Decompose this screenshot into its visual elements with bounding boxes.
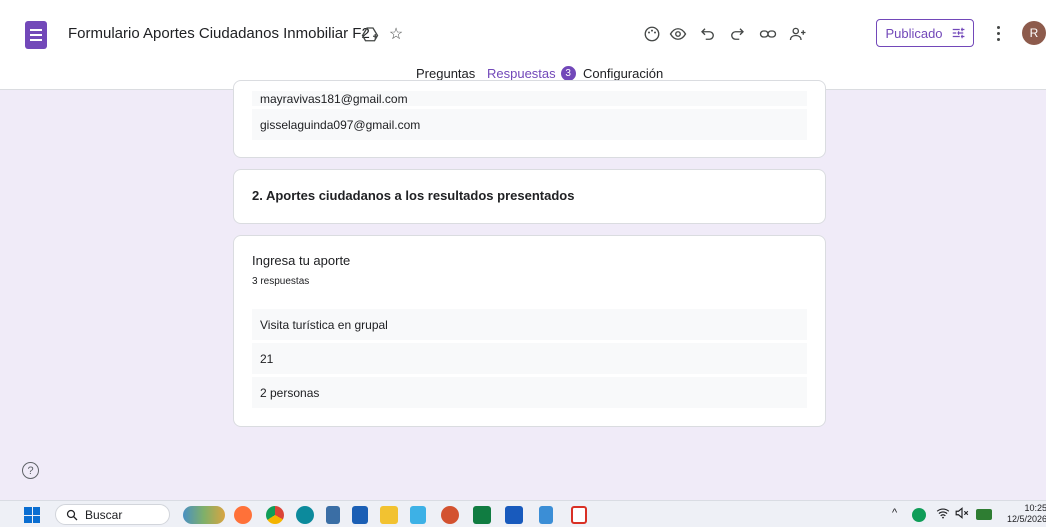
add-collaborator-icon[interactable]	[787, 23, 809, 45]
document-title[interactable]: Formulario Aportes Ciudadanos Inmobiliar…	[68, 25, 370, 42]
section-title: 2. Aportes ciudadanos a los resultados p…	[252, 188, 575, 203]
help-icon[interactable]: ?	[22, 462, 39, 479]
google-forms-logo-icon[interactable]	[25, 21, 47, 49]
search-icon	[66, 509, 78, 520]
tab-preguntas[interactable]: Preguntas	[416, 66, 475, 81]
avatar[interactable]: R	[1022, 21, 1046, 45]
undo-icon[interactable]	[697, 23, 719, 45]
tab-configuracion[interactable]: Configuración	[583, 66, 663, 81]
link-icon[interactable]	[757, 23, 779, 45]
excel-icon[interactable]	[473, 506, 491, 524]
search-label: Buscar	[85, 507, 123, 522]
snipping-tool-icon[interactable]	[410, 506, 426, 524]
app-header: Formulario Aportes Ciudadanos Inmobiliar…	[0, 0, 1046, 90]
powerpoint-icon[interactable]	[441, 506, 459, 524]
taskbar-clock[interactable]: 10:25 12/5/2026	[1003, 503, 1046, 525]
preview-eye-icon[interactable]	[667, 23, 689, 45]
windows-start-icon[interactable]	[24, 507, 40, 523]
more-options-icon[interactable]	[990, 22, 1006, 44]
tab-respuestas[interactable]: Respuestas 3	[487, 66, 576, 81]
clock-time: 10:25	[1024, 503, 1046, 513]
move-to-drive-icon[interactable]	[360, 24, 380, 44]
pdf-reader-icon[interactable]	[571, 506, 587, 524]
battery-icon[interactable]	[976, 509, 992, 520]
response-count: 3 respuestas	[252, 276, 310, 287]
response-row: 21	[252, 343, 807, 374]
calculator-icon[interactable]	[326, 506, 340, 524]
chrome-icon[interactable]	[266, 506, 284, 524]
redo-icon[interactable]	[726, 23, 748, 45]
notepad-icon[interactable]	[539, 506, 553, 524]
store-icon[interactable]	[352, 506, 368, 524]
firefox-icon[interactable]	[234, 506, 252, 524]
response-row: gisselaguinda097@gmail.com	[252, 109, 807, 140]
star-icon[interactable]: ☆	[386, 24, 406, 44]
response-row: 2 personas	[252, 377, 807, 408]
edge-icon[interactable]	[296, 506, 314, 524]
responses-count-badge: 3	[560, 66, 576, 81]
question-title: Ingresa tu aporte	[252, 253, 351, 268]
volume-muted-icon[interactable]	[955, 507, 969, 522]
published-button[interactable]: Publicado	[876, 19, 974, 47]
clock-date: 12/5/2026	[1006, 514, 1046, 524]
show-hidden-icons-icon[interactable]: ^	[892, 507, 897, 519]
response-row: Visita turística en grupal	[252, 309, 807, 340]
response-row: mayravivas181@gmail.com	[252, 91, 807, 106]
publish-settings-icon	[952, 27, 964, 39]
taskbar-search[interactable]: Buscar	[55, 504, 170, 525]
weather-widget-icon[interactable]	[183, 506, 225, 524]
wifi-icon[interactable]	[936, 507, 950, 522]
windows-taskbar: Buscar ^ 10:25 12/5/2026	[0, 500, 1046, 527]
palette-icon[interactable]	[641, 23, 663, 45]
word-icon[interactable]	[505, 506, 523, 524]
published-button-label: Publicado	[885, 25, 943, 41]
file-explorer-icon[interactable]	[380, 506, 398, 524]
drive-sync-icon[interactable]	[912, 508, 926, 522]
